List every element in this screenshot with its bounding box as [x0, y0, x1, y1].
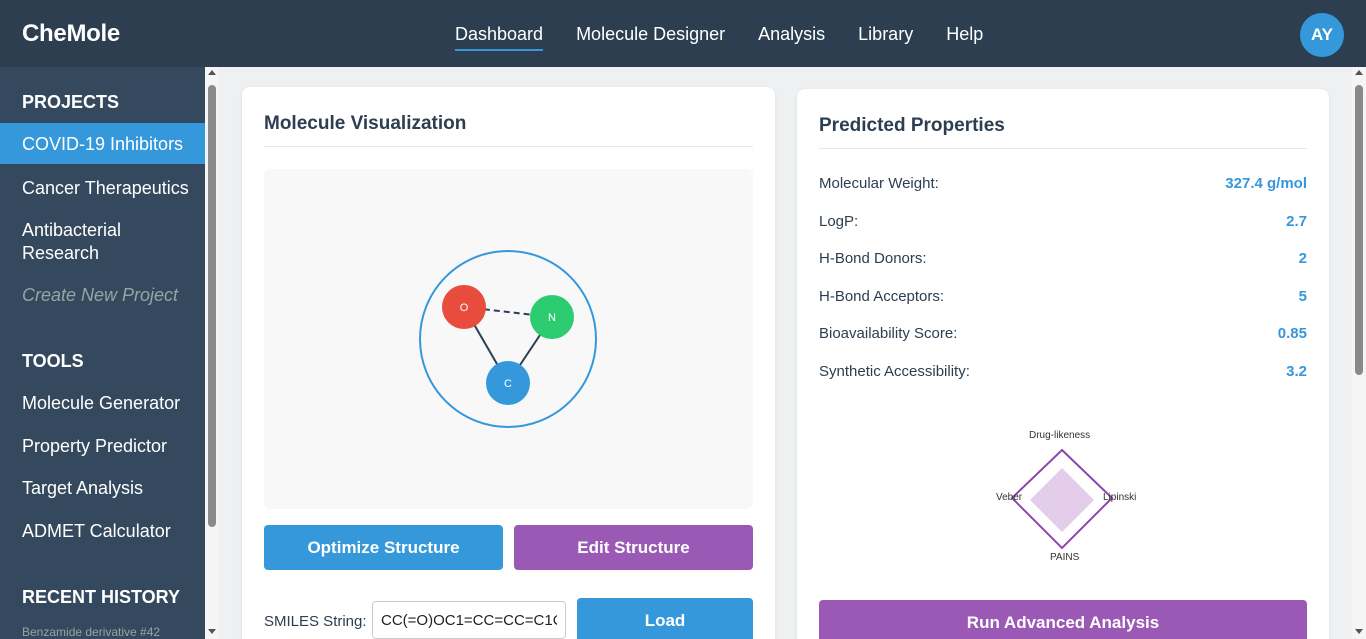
scroll-down-arrow-icon[interactable] [208, 629, 216, 634]
property-label: H-Bond Acceptors: [819, 288, 945, 305]
molecule-diagram: O N C [419, 250, 597, 428]
property-value: 2.7 [1286, 213, 1307, 230]
atom-label: O [460, 302, 469, 314]
nav-help[interactable]: Help [946, 24, 983, 51]
property-row-logp: LogP: 2.7 [819, 213, 1307, 230]
property-value: 5 [1298, 288, 1307, 305]
property-value: 2 [1298, 250, 1307, 267]
property-value: 3.2 [1286, 363, 1307, 380]
recent-history-heading: RECENT HISTORY [22, 587, 181, 607]
scroll-up-arrow-icon[interactable] [1355, 70, 1363, 75]
property-value: 327.4 g/mol [1225, 175, 1307, 192]
edit-structure-button[interactable]: Edit Structure [514, 525, 753, 570]
scroll-up-arrow-icon[interactable] [208, 70, 216, 75]
properties-title: Predicted Properties [819, 115, 1005, 136]
user-avatar[interactable]: AY [1300, 13, 1344, 57]
radar-axis-label: Veber [996, 492, 1023, 503]
molecule-canvas[interactable]: O N C [264, 169, 753, 509]
sidebar: PROJECTS COVID-19 Inhibitors Cancer Ther… [0, 67, 205, 639]
property-label: Synthetic Accessibility: [819, 363, 970, 380]
radar-axis-label: PAINS [1050, 552, 1080, 563]
top-navbar: CheMole Dashboard Molecule Designer Anal… [0, 0, 1366, 67]
create-new-project-link[interactable]: Create New Project [0, 284, 205, 307]
nav-molecule-designer[interactable]: Molecule Designer [576, 24, 725, 51]
atom-label: N [548, 312, 556, 324]
smiles-label: SMILES String: [264, 613, 367, 630]
projects-heading: PROJECTS [22, 92, 120, 112]
scrollbar-thumb[interactable] [1355, 85, 1363, 375]
sidebar-item-property-predictor[interactable]: Property Predictor [0, 435, 205, 458]
nav-dashboard[interactable]: Dashboard [455, 24, 544, 51]
optimize-structure-button[interactable]: Optimize Structure [264, 525, 503, 570]
load-button[interactable]: Load [577, 598, 753, 639]
sidebar-item-cancer-therapeutics[interactable]: Cancer Therapeutics [0, 177, 205, 200]
atom-label: C [504, 378, 512, 390]
scrollbar-thumb[interactable] [208, 85, 216, 527]
scroll-down-arrow-icon[interactable] [1355, 629, 1363, 634]
property-row-bioavailability-score: Bioavailability Score: 0.85 [819, 325, 1307, 342]
property-label: H-Bond Donors: [819, 250, 927, 267]
radar-axis-label: Lipinski [1103, 492, 1137, 503]
sidebar-item-covid-19-inhibitors[interactable]: COVID-19 Inhibitors [0, 123, 205, 164]
property-row-synthetic-accessibility: Synthetic Accessibility: 3.2 [819, 363, 1307, 380]
history-item[interactable]: Benzamide derivative #42 [22, 625, 160, 639]
sidebar-item-molecule-generator[interactable]: Molecule Generator [0, 392, 205, 415]
tools-heading: TOOLS [22, 351, 84, 371]
sidebar-item-antibacterial-research[interactable]: Antibacterial Research [0, 219, 150, 265]
property-value: 0.85 [1277, 325, 1307, 342]
divider [819, 148, 1307, 149]
property-label: LogP: [819, 213, 859, 230]
property-label: Bioavailability Score: [819, 325, 958, 342]
nav-analysis[interactable]: Analysis [758, 24, 825, 51]
main-nav: Dashboard Molecule Designer Analysis Lib… [455, 24, 1016, 51]
radar-fill [1030, 468, 1094, 532]
radar-axis-label: Drug-likeness [1029, 430, 1091, 441]
smiles-input[interactable] [372, 601, 566, 639]
sidebar-item-admet-calculator[interactable]: ADMET Calculator [0, 520, 205, 543]
property-label: Molecular Weight: [819, 175, 939, 192]
property-row-h-bond-acceptors: H-Bond Acceptors: 5 [819, 288, 1307, 305]
visualization-title: Molecule Visualization [264, 113, 467, 134]
divider [264, 146, 753, 147]
sidebar-item-target-analysis[interactable]: Target Analysis [0, 477, 205, 500]
brand-logo[interactable]: CheMole [22, 20, 120, 48]
run-advanced-analysis-button[interactable]: Run Advanced Analysis [819, 600, 1307, 639]
nav-library[interactable]: Library [858, 24, 913, 51]
property-row-h-bond-donors: H-Bond Donors: 2 [819, 250, 1307, 267]
property-row-molecular-weight: Molecular Weight: 327.4 g/mol [819, 175, 1307, 192]
